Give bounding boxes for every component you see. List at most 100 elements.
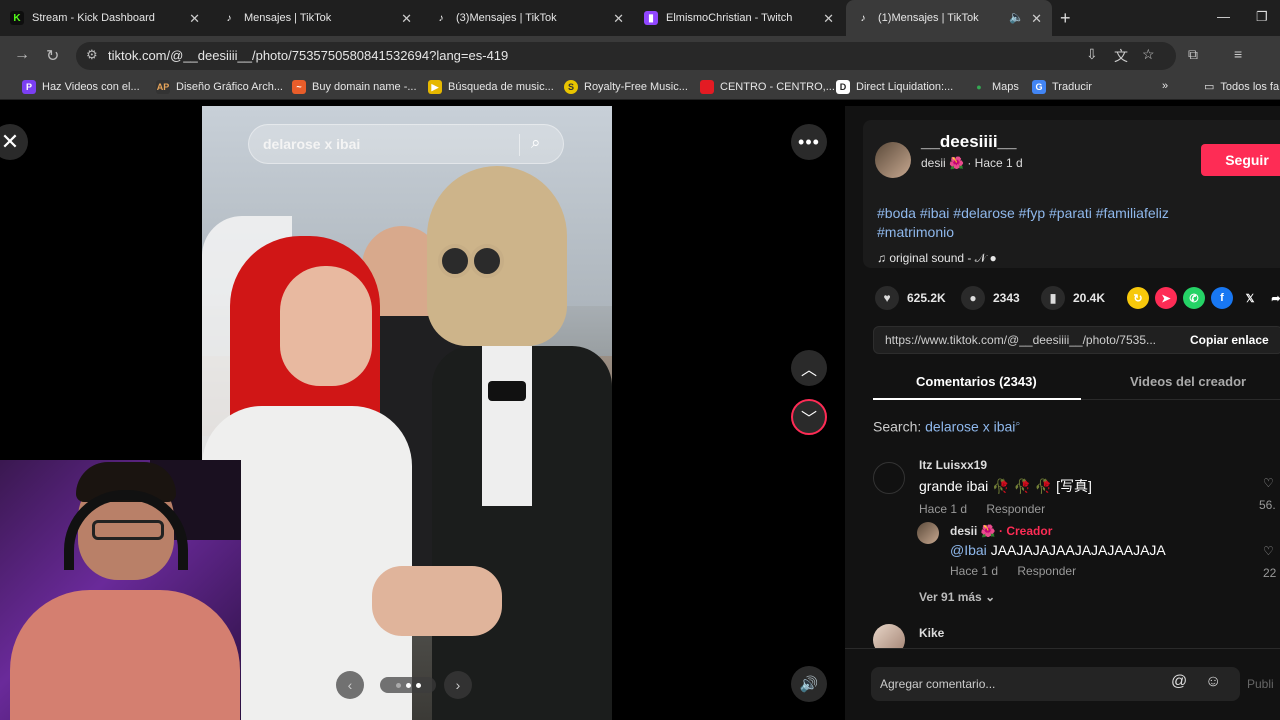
avatar[interactable] (917, 522, 939, 544)
post-hashtags[interactable]: #boda #ibai #delarose #fyp #parati #fami… (877, 204, 1237, 242)
bookmark-item[interactable]: CENTRO - CENTRO,... (700, 80, 835, 94)
bookmark-item[interactable]: D Direct Liquidation:... (836, 80, 953, 94)
reply-author-line: desii 🌺 · Creador (950, 524, 1166, 538)
bookmark-item[interactable]: S Royalty-Free Music... (564, 80, 688, 94)
avatar[interactable] (873, 462, 905, 494)
close-viewer-button[interactable]: ✕ (0, 124, 28, 160)
facebook-icon[interactable]: f (1211, 287, 1233, 309)
share-arrow-icon[interactable]: ➦ (1265, 287, 1280, 309)
tiktok-icon: ♪ (226, 12, 232, 24)
comment-time: Hace 1 d (919, 502, 968, 516)
forward-icon[interactable]: → (14, 46, 30, 64)
extensions-icon[interactable]: ⧉ (1188, 46, 1198, 63)
post-link[interactable]: https://www.tiktok.com/@__deesiiii__/pho… (885, 333, 1177, 347)
tab-tiktok-messages-3[interactable]: ♪ (3)Mensajes | TikTok ✕ (424, 0, 634, 36)
reload-icon[interactable]: ↻ (46, 46, 59, 66)
save-stat[interactable]: ▮ 20.4K (1041, 286, 1105, 310)
bookmark-icon: P (22, 80, 36, 94)
previous-post-button[interactable]: ︿ (791, 350, 827, 386)
bookmark-item[interactable]: P Haz Videos con el... (22, 80, 140, 94)
carousel-next-button[interactable]: › (444, 671, 472, 699)
photo-groom-shirt (482, 346, 532, 506)
close-icon[interactable]: ✕ (613, 11, 624, 27)
tab-comments[interactable]: Comentarios (2343) (916, 374, 1037, 389)
comment-like-count: 22 (1263, 566, 1277, 580)
like-stat[interactable]: ♥ 625.2K (875, 286, 946, 310)
comment-author[interactable]: Itz Luisxx19 (919, 458, 1092, 472)
bookmark-item[interactable]: AP Diseño Gráfico Arch... (156, 80, 283, 94)
tab-kick[interactable]: K Stream - Kick Dashboard ✕ (0, 0, 210, 36)
avatar[interactable] (875, 142, 911, 178)
bookmark-icon: ~ (292, 80, 306, 94)
close-icon[interactable]: ✕ (823, 11, 834, 27)
x-icon[interactable]: 𝕏 (1239, 287, 1261, 309)
search-icon[interactable]: ⌕ (531, 133, 541, 153)
comment-author[interactable]: desii (950, 524, 977, 538)
heart-icon[interactable]: ♡ (1263, 476, 1274, 490)
carousel-prev-button[interactable]: ‹ (336, 671, 364, 699)
carousel-dot[interactable] (405, 682, 411, 688)
post-details-panel: __deesiiii__ desii 🌺 · Hace 1 d Seguir #… (845, 106, 1280, 720)
bookmark-label: Direct Liquidation:... (856, 81, 954, 93)
bookmark-item[interactable]: ~ Buy domain name -... (292, 80, 417, 94)
next-post-button[interactable]: ﹀ (791, 399, 827, 435)
close-icon[interactable]: ✕ (1031, 11, 1042, 27)
reply-button[interactable]: Responder (1017, 564, 1076, 578)
follow-button[interactable]: Seguir (1201, 144, 1280, 176)
screen: { "tabs": [ {"title": "Stream - Kick Das… (0, 0, 1280, 720)
translate-icon[interactable]: 文 (1114, 46, 1128, 66)
bookmark-icon: ▶ (428, 80, 442, 94)
close-icon[interactable]: ✕ (189, 11, 200, 27)
comment-author[interactable]: Kike (919, 626, 944, 640)
copy-link-button[interactable]: Copiar enlace (1190, 333, 1269, 347)
repost-icon[interactable]: ↻ (1127, 287, 1149, 309)
install-icon[interactable]: ⇩ (1086, 46, 1098, 63)
media-icon[interactable]: ≡ (1234, 46, 1242, 62)
all-bookmarks[interactable]: ▭ Todos los fa (1204, 80, 1279, 94)
photo-search-box[interactable]: delarose x ibai ⌕ (248, 124, 564, 164)
bookmark-item[interactable]: G Traducir (1032, 80, 1092, 94)
post-comment-button[interactable]: Publi (1247, 677, 1274, 691)
send-icon[interactable]: ➤ (1155, 287, 1177, 309)
creator-badge: · (999, 524, 1003, 538)
more-options-button[interactable]: ••• (791, 124, 827, 160)
panel-tabs: Comentarios (2343) Videos del creador (873, 368, 1280, 400)
carousel-dot[interactable] (415, 682, 421, 688)
post-sound[interactable]: ♫ original sound - 𝒩 ● (877, 251, 997, 266)
address-url: tiktok.com/@__deesiiii__/photo/753575058… (108, 48, 509, 63)
heart-icon[interactable]: ♡ (1263, 544, 1274, 558)
bookmark-item[interactable]: ▶ Búsqueda de music... (428, 80, 554, 94)
address-bar[interactable]: ⚙ tiktok.com/@__deesiiii__/photo/7535750… (76, 42, 1176, 70)
carousel-dot[interactable] (395, 682, 401, 688)
tab-twitch[interactable]: ▮ ElmismoChristian - Twitch ✕ (634, 0, 844, 36)
chevron-right-icon[interactable]: » (1162, 80, 1168, 92)
see-more-replies[interactable]: Ver 91 más ⌄ (919, 590, 995, 604)
volume-button[interactable]: 🔊 (791, 666, 827, 702)
comment-stat[interactable]: ● 2343 (961, 286, 1020, 310)
search-query-link[interactable]: delarose x ibai (925, 419, 1015, 435)
reply-button[interactable]: Responder (986, 502, 1045, 516)
search-query: delarose x ibai (263, 136, 361, 152)
close-icon[interactable]: ✕ (401, 11, 412, 27)
emoji-icon[interactable]: ☺ (1205, 673, 1221, 691)
mention-icon[interactable]: @ (1171, 673, 1187, 691)
speaker-icon[interactable]: 🔈 (1009, 10, 1024, 24)
comment-input[interactable]: Agregar comentario... @ ☺ (871, 667, 1240, 701)
whatsapp-icon[interactable]: ✆ (1183, 287, 1205, 309)
tab-title: Mensajes | TikTok (244, 12, 332, 24)
site-info-icon[interactable]: ⚙ (86, 47, 98, 63)
tab-creator-videos[interactable]: Videos del creador (1130, 374, 1246, 389)
tab-title: Stream - Kick Dashboard (32, 12, 155, 24)
minimize-icon[interactable]: — (1217, 9, 1230, 24)
bookmark-item[interactable]: ● Maps (972, 80, 1019, 94)
new-tab-button[interactable]: + (1060, 8, 1071, 29)
tab-tiktok-active[interactable]: ♪ (1)Mensajes | TikTok 🔈 ✕ (846, 0, 1052, 36)
bookmark-label: Búsqueda de music... (448, 81, 554, 93)
tab-tiktok-messages[interactable]: ♪ Mensajes | TikTok ✕ (212, 0, 422, 36)
bookmark-star-icon[interactable]: ☆ (1142, 46, 1155, 63)
author-username[interactable]: __deesiiii__ (921, 132, 1016, 152)
music-note-icon: ♫ (877, 251, 886, 265)
maximize-icon[interactable]: ❐ (1256, 9, 1268, 25)
mention-link[interactable]: @Ibai (950, 542, 987, 558)
post-photo[interactable] (202, 106, 612, 720)
